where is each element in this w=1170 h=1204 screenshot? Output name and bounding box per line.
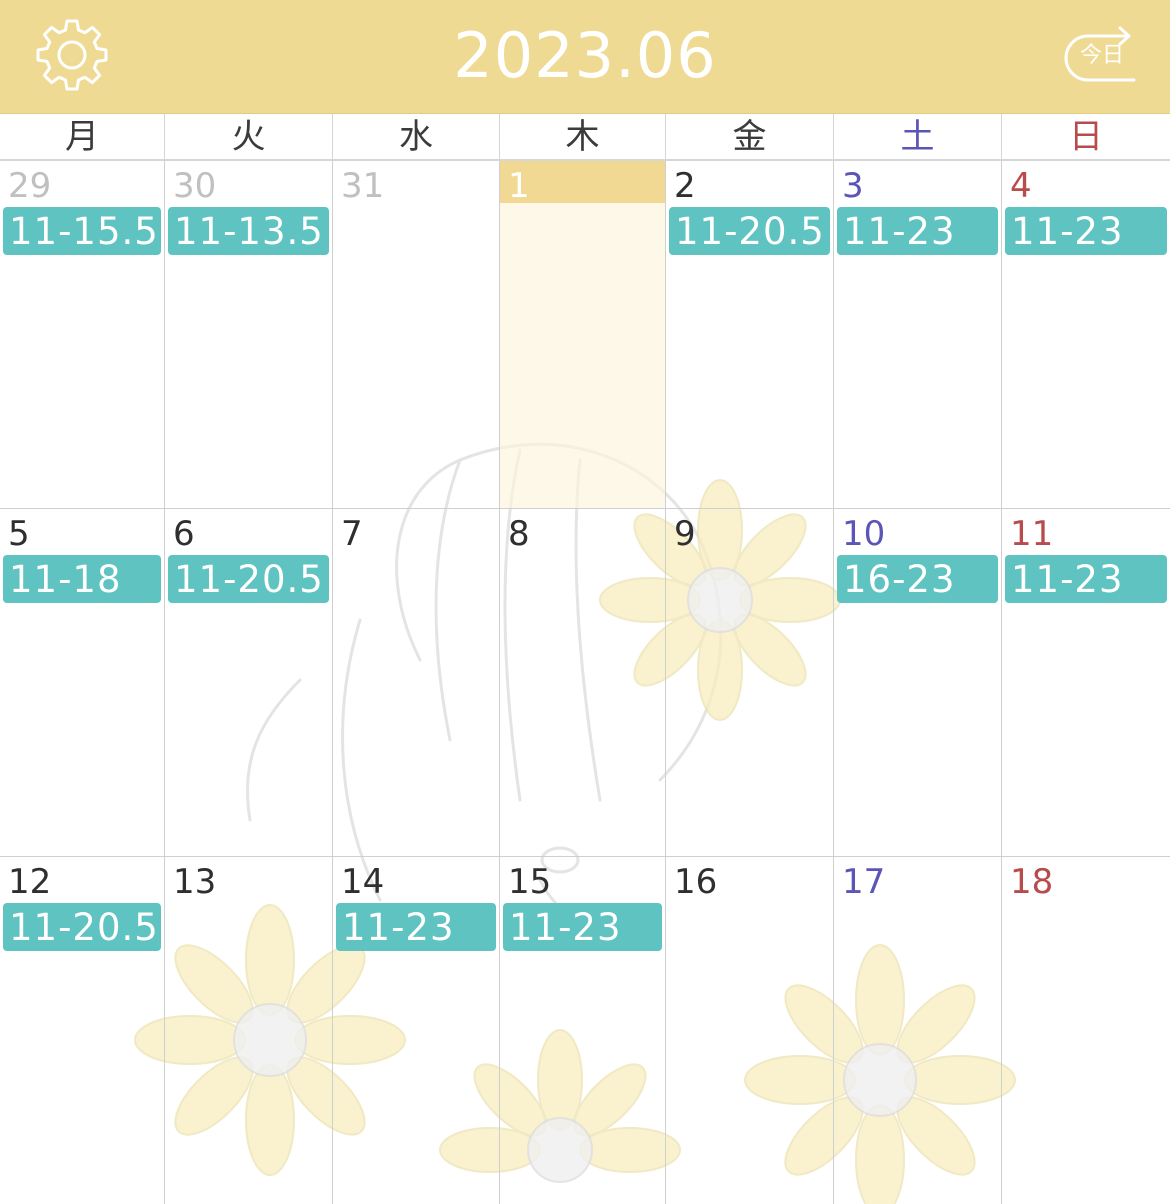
weekday-thu: 木 (500, 114, 666, 159)
weekday-tue: 火 (165, 114, 333, 159)
weekday-sat: 土 (834, 114, 1002, 159)
day-number: 18 (1010, 862, 1054, 902)
day-cell[interactable]: 17 (834, 857, 1002, 1204)
shift-badge[interactable]: 11-23 (1005, 555, 1167, 603)
today-highlight: 1 (500, 161, 665, 206)
day-number: 4 (1010, 166, 1032, 206)
day-number: 6 (173, 514, 195, 554)
today-button-label: 今日 (1080, 43, 1125, 68)
day-cell[interactable]: 11 11-23 (1002, 509, 1170, 856)
shift-badge[interactable]: 16-23 (837, 555, 998, 603)
day-cell[interactable]: 6 11-20.5 (165, 509, 333, 856)
day-cell[interactable]: 14 11-23 (333, 857, 500, 1204)
day-number: 2 (674, 166, 696, 206)
shift-badge[interactable]: 11-13.5 (168, 207, 329, 255)
day-number: 29 (8, 166, 52, 206)
day-number: 3 (842, 166, 864, 206)
day-number: 15 (508, 862, 552, 902)
day-cell[interactable]: 13 (165, 857, 333, 1204)
weekday-header: 月 火 水 木 金 土 日 (0, 114, 1170, 161)
day-number: 10 (842, 514, 886, 554)
day-number: 9 (674, 514, 696, 554)
calendar-week: 12 11-20.5 13 14 11-23 15 11-23 16 17 18 (0, 857, 1170, 1204)
day-number: 14 (341, 862, 385, 902)
day-number: 1 (508, 166, 530, 206)
day-number: 8 (508, 514, 530, 554)
day-number: 30 (173, 166, 217, 206)
today-button[interactable]: 今日 (1058, 16, 1138, 96)
day-cell[interactable]: 12 11-20.5 (0, 857, 165, 1204)
weekday-mon: 月 (0, 114, 165, 159)
shift-badge[interactable]: 11-23 (837, 207, 998, 255)
day-number: 7 (341, 514, 363, 554)
shift-badge[interactable]: 11-20.5 (3, 903, 161, 951)
shift-badge[interactable]: 11-15.5 (3, 207, 161, 255)
app-header: 2023.06 今日 (0, 0, 1170, 114)
day-cell[interactable]: 9 (666, 509, 834, 856)
day-cell-today[interactable]: 1 (500, 161, 666, 508)
calendar-week: 5 11-18 6 11-20.5 7 8 9 10 16-23 11 11-2… (0, 509, 1170, 857)
calendar-week: 29 11-15.5 30 11-13.5 31 1 2 11-20.5 3 1… (0, 161, 1170, 509)
day-number: 11 (1010, 514, 1054, 554)
weekday-fri: 金 (666, 114, 834, 159)
day-cell[interactable]: 15 11-23 (500, 857, 666, 1204)
shift-badge[interactable]: 11-23 (1005, 207, 1167, 255)
shift-badge[interactable]: 11-23 (336, 903, 496, 951)
day-number: 17 (842, 862, 886, 902)
shift-badge[interactable]: 11-20.5 (669, 207, 830, 255)
day-cell[interactable]: 30 11-13.5 (165, 161, 333, 508)
day-cell[interactable]: 10 16-23 (834, 509, 1002, 856)
weekday-wed: 水 (333, 114, 500, 159)
day-cell[interactable]: 2 11-20.5 (666, 161, 834, 508)
day-cell[interactable]: 8 (500, 509, 666, 856)
day-cell[interactable]: 18 (1002, 857, 1170, 1204)
shift-badge[interactable]: 11-23 (503, 903, 662, 951)
day-cell[interactable]: 7 (333, 509, 500, 856)
day-number: 12 (8, 862, 52, 902)
day-cell[interactable]: 5 11-18 (0, 509, 165, 856)
day-cell[interactable]: 16 (666, 857, 834, 1204)
month-title: 2023.06 (453, 19, 717, 92)
day-number: 16 (674, 862, 718, 902)
shift-badge[interactable]: 11-20.5 (168, 555, 329, 603)
day-cell[interactable]: 31 (333, 161, 500, 508)
day-number: 31 (341, 166, 385, 206)
calendar-grid: 29 11-15.5 30 11-13.5 31 1 2 11-20.5 3 1… (0, 161, 1170, 1204)
day-cell[interactable]: 29 11-15.5 (0, 161, 165, 508)
day-number: 5 (8, 514, 30, 554)
day-cell[interactable]: 4 11-23 (1002, 161, 1170, 508)
day-cell[interactable]: 3 11-23 (834, 161, 1002, 508)
shift-badge[interactable]: 11-18 (3, 555, 161, 603)
weekday-sun: 日 (1069, 117, 1103, 157)
day-number: 13 (173, 862, 217, 902)
